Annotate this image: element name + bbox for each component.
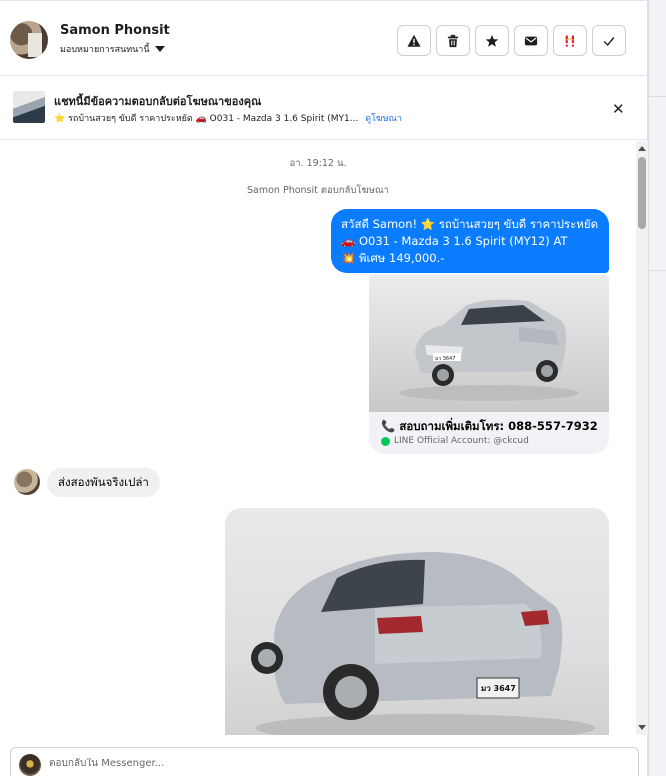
outgoing-line-1: สวัสดี Samon! ⭐ รถบ้านสวยๆ ขับดี ราคาประ… <box>341 217 599 231</box>
ad-reply-note: Samon Phonsit ตอบกลับโฆษณา <box>247 185 389 196</box>
rear-license-plate: มว 3647 <box>481 684 516 693</box>
car-rear-photo[interactable]: มว 3647 <box>225 508 609 735</box>
scroll-up-icon[interactable] <box>636 143 648 153</box>
scrollbar-thumb[interactable] <box>638 157 646 229</box>
line-app-icon <box>381 436 390 446</box>
contact-name[interactable]: Samon Phonsit <box>60 23 170 38</box>
assign-conversation-dropdown[interactable]: มอบหมายการสนทนานี้ <box>60 42 165 56</box>
incoming-message[interactable]: ส่งสองพันจริงเปล่า <box>47 468 160 497</box>
follow-up-button[interactable] <box>553 25 587 56</box>
outgoing-line-3: 💥 พิเศษ 149,000.- <box>341 251 445 265</box>
ad-thumbnail <box>13 91 45 123</box>
trash-icon <box>447 34 459 47</box>
sender-avatar[interactable] <box>14 469 40 495</box>
ad-banner-text: ⭐ รถบ้านสวยๆ ขับดี ราคาประหยัด 🚗 O031 - … <box>54 114 359 124</box>
follow-up-icon <box>565 34 575 47</box>
message-thread: อา. 19:12 น. Samon Phonsit ตอบกลับโฆษณา … <box>0 141 636 735</box>
conversation-panel: Samon Phonsit มอบหมายการสนทนานี้ แชทนี้ม… <box>0 0 648 776</box>
message-timestamp: อา. 19:12 น. <box>289 158 347 169</box>
report-spam-button[interactable] <box>397 25 431 56</box>
reply-input[interactable] <box>49 758 609 769</box>
car-photo: มว 3647 <box>369 275 609 412</box>
caret-down-icon <box>154 46 165 52</box>
conversation-actions <box>397 25 626 56</box>
car-card[interactable]: มว 3647 📞 สอบถามเพิ่มเติมโทร: 088-557-79… <box>369 275 609 454</box>
card-phone-text: 📞 สอบถามเพิ่มเติมโทร: 088-557-7932 <box>381 419 598 433</box>
license-plate: มว 3647 <box>435 356 455 362</box>
background-divider <box>649 96 666 97</box>
contact-avatar[interactable] <box>10 21 48 59</box>
outgoing-line-2: 🚗 O031 - Mazda 3 1.6 Spirit (MY12) AT <box>341 234 568 248</box>
page-avatar <box>19 754 41 776</box>
background-divider <box>649 270 666 271</box>
mark-done-button[interactable] <box>592 25 626 56</box>
scroll-down-icon[interactable] <box>636 723 648 733</box>
check-icon <box>603 36 615 46</box>
view-ad-link[interactable]: ดูโฆษณา <box>365 114 402 124</box>
background-page <box>648 0 666 776</box>
star-button[interactable] <box>475 25 509 56</box>
thread-scrollbar[interactable] <box>636 141 648 735</box>
ad-banner-title: แชทนี้มีข้อความตอบกลับต่อโฆษณาของคุณ <box>54 95 262 108</box>
warning-icon <box>407 34 421 47</box>
ad-reply-banner: แชทนี้มีข้อความตอบกลับต่อโฆษณาของคุณ ⭐ ร… <box>0 76 648 140</box>
outgoing-message[interactable]: สวัสดี Samon! ⭐ รถบ้านสวยๆ ขับดี ราคาประ… <box>331 209 609 273</box>
assign-label: มอบหมายการสนทนานี้ <box>60 45 150 55</box>
envelope-icon <box>524 36 538 45</box>
card-line-account: LINE Official Account: @ckcud <box>381 436 529 446</box>
star-icon <box>485 34 499 47</box>
line-account-text: LINE Official Account: @ckcud <box>394 436 529 446</box>
mark-unread-button[interactable] <box>514 25 548 56</box>
delete-button[interactable] <box>436 25 470 56</box>
close-banner-icon[interactable]: ✕ <box>612 100 625 118</box>
ad-banner-subtitle: ⭐ รถบ้านสวยๆ ขับดี ราคาประหยัด 🚗 O031 - … <box>54 111 402 125</box>
reply-composer <box>10 747 639 776</box>
conversation-header: Samon Phonsit มอบหมายการสนทนานี้ <box>0 0 648 76</box>
